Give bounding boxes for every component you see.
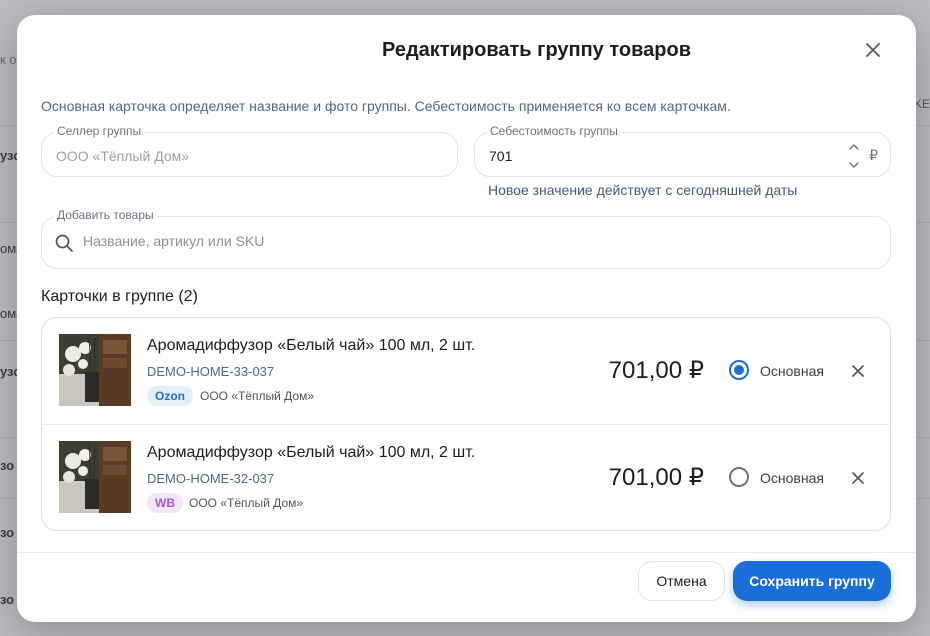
background-text: зо: [0, 458, 15, 473]
search-icon: [55, 234, 73, 252]
card-sku: DEMO-HOME-32-037: [147, 471, 275, 486]
card-row: Аромадиффузор «Белый чай» 100 мл, 2 шт. …: [42, 424, 890, 530]
background-text: KE: [913, 97, 930, 111]
close-icon[interactable]: [864, 41, 882, 59]
cards-title: Карточки в группе (2): [41, 288, 198, 305]
cards-list: Аромадиффузор «Белый чай» 100 мл, 2 шт. …: [41, 317, 891, 531]
background-text: зо: [0, 525, 15, 540]
card-seller: ООО «Тёплый Дом»: [200, 389, 315, 403]
product-thumbnail: [59, 441, 131, 513]
card-row: Аромадиффузор «Белый чай» 100 мл, 2 шт. …: [42, 318, 890, 424]
marketplace-badge: WB: [147, 493, 183, 513]
edit-group-modal: Редактировать группу товаров Основная ка…: [17, 15, 916, 622]
card-name: Аромадиффузор «Белый чай» 100 мл, 2 шт.: [147, 337, 476, 354]
card-sku: DEMO-HOME-33-037: [147, 364, 275, 379]
card-price: 701,00 ₽: [608, 357, 704, 384]
primary-radio[interactable]: [729, 360, 749, 380]
chevron-down-icon: [849, 162, 859, 168]
primary-label[interactable]: Основная: [760, 363, 824, 379]
seller-label: Селлер группы: [54, 124, 145, 138]
currency-symbol: ₽: [869, 147, 878, 163]
cost-field[interactable]: Себестоимость группы 701 ₽: [474, 124, 891, 177]
modal-subtitle: Основная карточка определяет название и …: [41, 98, 731, 114]
seller-value: ООО «Тёплый Дом»: [56, 148, 190, 164]
chevron-up-icon: [849, 144, 859, 150]
remove-icon[interactable]: [850, 363, 866, 379]
cost-label: Себестоимость группы: [487, 124, 621, 138]
footer-divider: [17, 552, 916, 553]
cost-hint: Новое значение действует с сегодняшней д…: [488, 182, 798, 198]
modal-title: Редактировать группу товаров: [382, 39, 691, 61]
background-text: к о: [0, 52, 17, 67]
background-text: зо: [0, 592, 15, 607]
remove-icon[interactable]: [850, 470, 866, 486]
save-group-button[interactable]: Сохранить группу: [733, 561, 891, 601]
add-products-field[interactable]: Добавить товары: [41, 208, 891, 269]
product-thumbnail: [59, 334, 131, 406]
search-input[interactable]: [83, 233, 863, 249]
card-name: Аромадиффузор «Белый чай» 100 мл, 2 шт.: [147, 444, 476, 461]
card-seller: ООО «Тёплый Дом»: [189, 496, 304, 510]
primary-radio[interactable]: [729, 467, 749, 487]
primary-label[interactable]: Основная: [760, 470, 824, 486]
marketplace-badge: Ozon: [147, 386, 193, 406]
seller-field[interactable]: Селлер группы ООО «Тёплый Дом»: [41, 124, 458, 177]
card-price: 701,00 ₽: [608, 464, 704, 491]
number-stepper[interactable]: [847, 141, 861, 171]
cancel-button[interactable]: Отмена: [638, 561, 725, 601]
add-products-label: Добавить товары: [54, 208, 157, 222]
cost-value[interactable]: 701: [489, 148, 512, 164]
